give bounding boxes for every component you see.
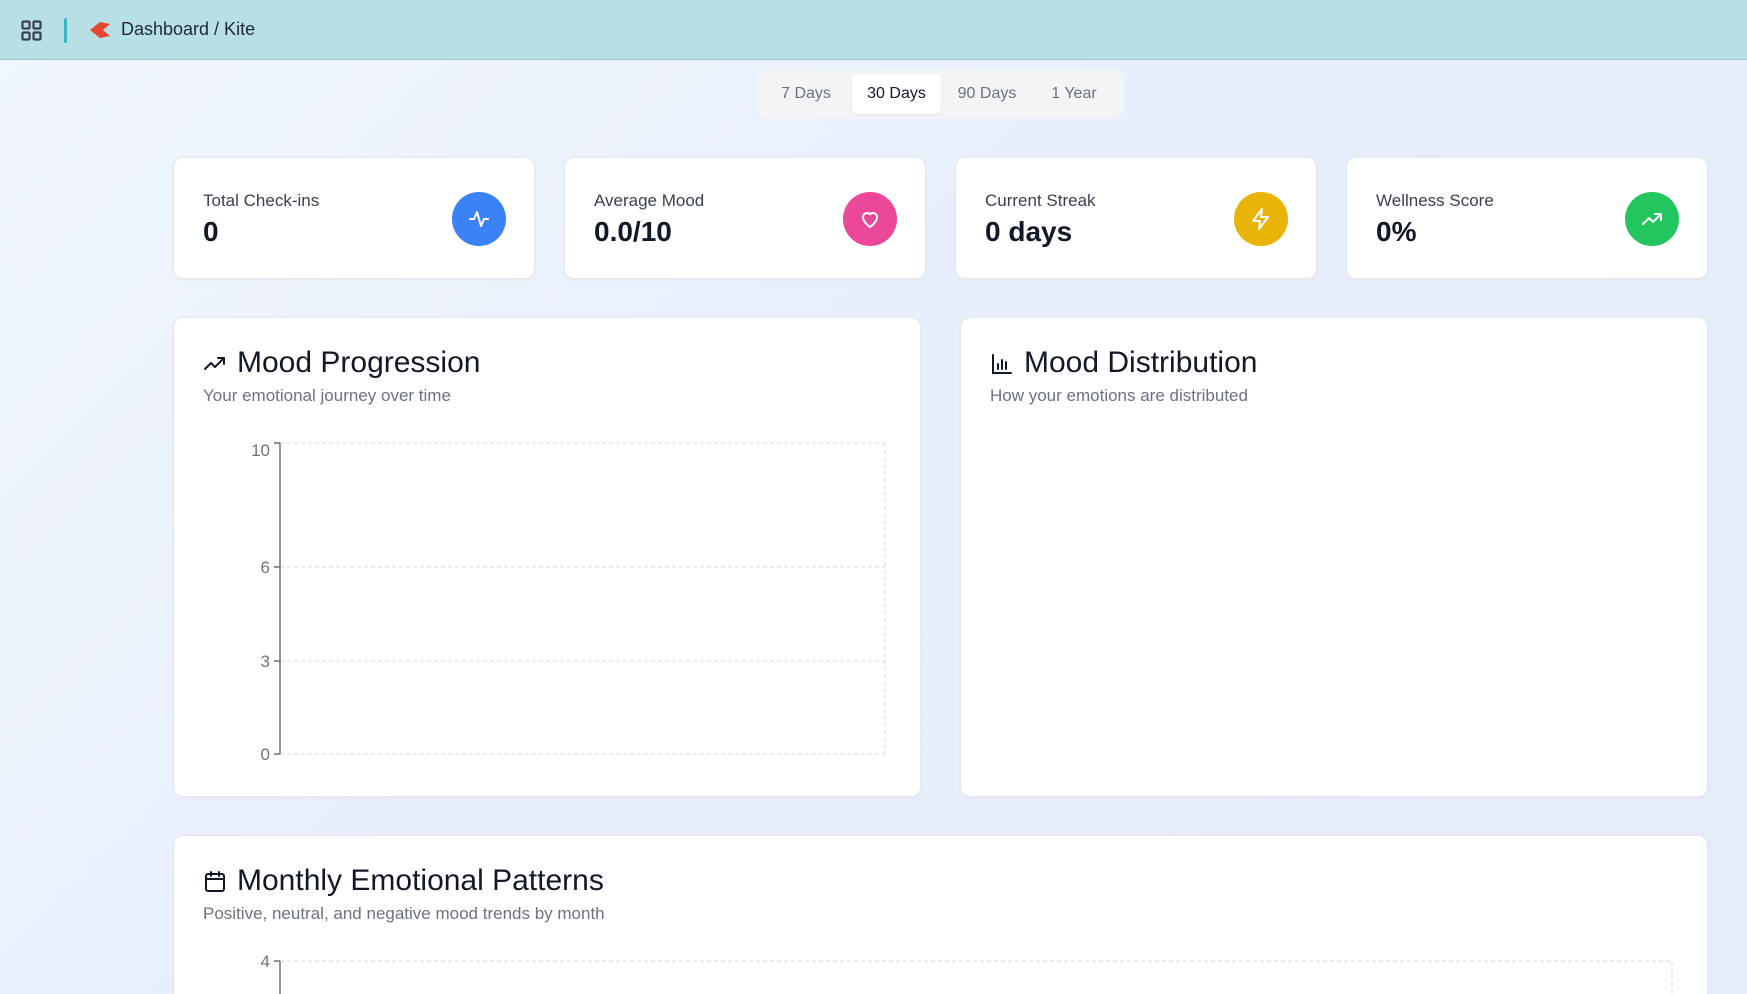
breadcrumb[interactable]: Dashboard / Kite (121, 19, 255, 40)
stat-card-total-checkins: Total Check-ins 0 (173, 157, 535, 279)
range-tabs: 7 Days 30 Days 90 Days 1 Year (757, 70, 1123, 118)
tab-1-year[interactable]: 1 Year (1033, 74, 1115, 114)
stat-value: 0.0/10 (594, 216, 672, 247)
stat-value: 0 days (985, 216, 1073, 247)
zap-icon (1234, 192, 1288, 246)
grid-icon[interactable] (21, 20, 42, 41)
stat-value: 0% (1376, 216, 1417, 247)
header-divider (64, 18, 67, 43)
y-tick-label: 4 (261, 952, 270, 971)
stat-label: Total Check-ins (203, 191, 320, 210)
mood-progression-chart: 10 6 3 0 (251, 441, 886, 764)
gridlines (280, 442, 886, 755)
top-bar: Dashboard / Kite (0, 0, 1747, 60)
trending-up-icon (1625, 192, 1679, 246)
bar-chart-icon (992, 354, 1012, 374)
y-ticks (274, 442, 280, 755)
y-tick-label: 6 (261, 558, 270, 577)
stat-card-wellness-score: Wellness Score 0% (1346, 157, 1708, 279)
y-tick-label: 0 (261, 745, 270, 764)
tab-30-days[interactable]: 30 Days (852, 74, 941, 114)
card-subtitle: How your emotions are distributed (990, 386, 1248, 405)
kite-logo-icon (90, 22, 110, 38)
card-title: Mood Distribution (1024, 346, 1258, 379)
heart-icon (843, 192, 897, 246)
monthly-patterns-card: Monthly Emotional Patterns Positive, neu… (173, 835, 1708, 994)
mood-distribution-card: Mood Distribution How your emotions are … (960, 317, 1708, 797)
stat-card-average-mood: Average Mood 0.0/10 (564, 157, 926, 279)
stat-label: Current Streak (985, 191, 1096, 210)
mood-progression-card: Mood Progression Your emotional journey … (173, 317, 921, 797)
y-tick-label: 10 (251, 441, 270, 460)
tab-7-days[interactable]: 7 Days (765, 74, 847, 114)
stat-value: 0 (203, 216, 219, 247)
stat-label: Wellness Score (1376, 191, 1494, 210)
y-tick-label: 3 (261, 652, 270, 671)
monthly-patterns-chart: 4 (261, 952, 1673, 994)
stat-card-current-streak: Current Streak 0 days (955, 157, 1317, 279)
activity-icon (452, 192, 506, 246)
tab-90-days[interactable]: 90 Days (945, 74, 1029, 114)
stat-label: Average Mood (594, 191, 705, 210)
